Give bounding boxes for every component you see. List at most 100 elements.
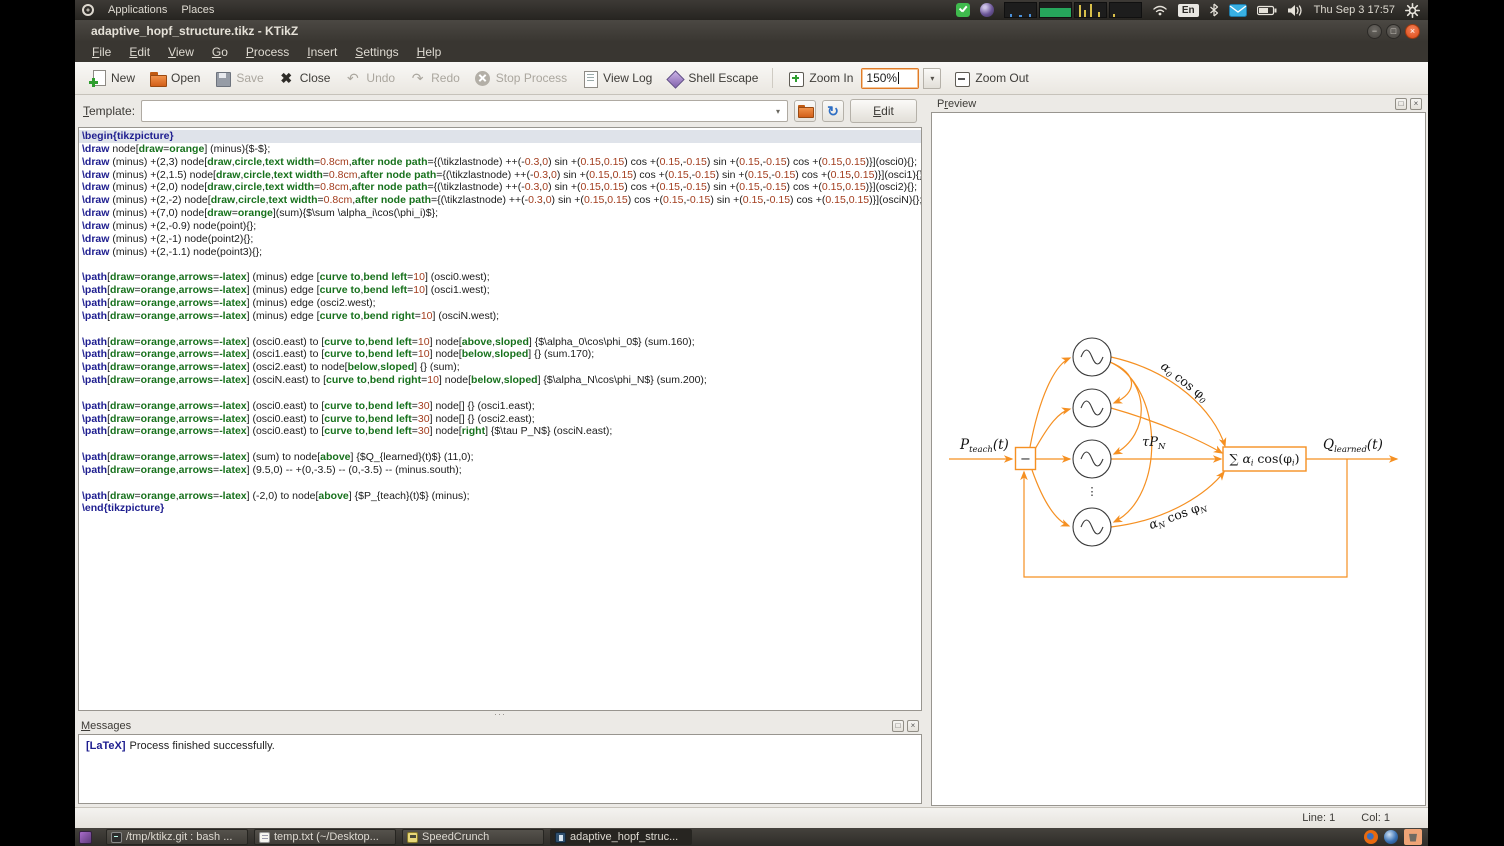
zoom-in-button[interactable]: Zoom In (781, 67, 859, 90)
close-file-button[interactable]: ✖Close (272, 67, 337, 90)
messages-log[interactable]: [LaTeX]Process finished successfully. (78, 734, 922, 804)
code-line[interactable]: \path[draw=orange,arrows=-latex] (osci0.… (79, 413, 921, 426)
code-line[interactable]: \path[draw=orange,arrows=-latex] (osciN.… (79, 374, 921, 387)
code-line[interactable] (79, 477, 921, 490)
places-menu[interactable]: Places (181, 4, 214, 16)
code-line[interactable] (79, 438, 921, 451)
tau-pn-label: τPN (1142, 435, 1166, 452)
zoom-dropdown-button[interactable]: ▾ (923, 68, 941, 89)
save-button[interactable]: Save (208, 67, 269, 90)
code-line[interactable]: \path[draw=orange,arrows=-latex] (osci2.… (79, 361, 921, 374)
wifi-icon[interactable] (1152, 3, 1168, 17)
code-line[interactable]: \draw (minus) +(2,-1.1) node(point3){}; (79, 246, 921, 259)
code-line[interactable]: \draw (minus) +(2,1.5) node[draw,circle,… (79, 169, 921, 182)
update-ok-icon[interactable] (956, 3, 970, 17)
code-line[interactable]: \draw (minus) +(2,-2) node[draw,circle,t… (79, 194, 921, 207)
code-line[interactable]: \path[draw=orange,arrows=-latex] (sum) t… (79, 451, 921, 464)
undo-button[interactable]: ↶Undo (338, 67, 401, 90)
code-line[interactable]: \draw (minus) +(2,0) node[draw,circle,te… (79, 181, 921, 194)
code-line[interactable]: \draw (minus) +(2,-0.9) node(point){}; (79, 220, 921, 233)
menu-view[interactable]: View (159, 44, 203, 60)
taskbar-item-terminal[interactable]: /tmp/ktikz.git : bash ... (106, 829, 248, 845)
code-line[interactable]: \path[draw=orange,arrows=-latex] (minus)… (79, 310, 921, 323)
tikz-preview-diagram: − ⋮ ∑ αi cos(φi) Pteach(t) (939, 329, 1409, 587)
code-line[interactable]: \path[draw=orange,arrows=-latex] (osci0.… (79, 336, 921, 349)
open-button[interactable]: Open (143, 67, 206, 90)
diagram-labels: Pteach(t) Qlearned(t) τPN α0 cos φ0 αN c… (959, 358, 1383, 533)
code-line[interactable]: \draw node[draw=orange] (minus){$-$}; (79, 143, 921, 156)
globe-icon[interactable] (1384, 830, 1398, 844)
zoom-out-icon (953, 70, 970, 87)
template-browse-button[interactable] (794, 100, 816, 122)
save-disk-icon (214, 70, 231, 87)
shell-escape-button[interactable]: Shell Escape (660, 67, 764, 90)
system-monitor-applet[interactable] (1004, 2, 1142, 18)
close-window-button[interactable]: × (1405, 24, 1420, 39)
close-panel-icon[interactable]: × (907, 720, 919, 732)
template-reload-button[interactable]: ↻ (822, 100, 844, 122)
code-line[interactable] (79, 258, 921, 271)
code-line[interactable]: \path[draw=orange,arrows=-latex] (minus)… (79, 284, 921, 297)
close-panel-icon[interactable]: × (1410, 98, 1422, 110)
code-line[interactable]: \path[draw=orange,arrows=-latex] (minus)… (79, 271, 921, 284)
code-line[interactable]: \path[draw=orange,arrows=-latex] (9.5,0)… (79, 464, 921, 477)
toolbar: New Open Save ✖Close ↶Undo ↷Redo Stop Pr… (75, 62, 1428, 95)
code-line[interactable]: \begin{tikzpicture} (79, 130, 921, 143)
menu-insert[interactable]: Insert (298, 44, 346, 60)
io-graph-cell (1074, 2, 1107, 18)
clock[interactable]: Thu Sep 3 17:57 (1314, 4, 1395, 16)
menu-go[interactable]: Go (203, 44, 237, 60)
keyboard-layout-indicator[interactable]: En (1178, 4, 1199, 17)
code-line[interactable]: \path[draw=orange,arrows=-latex] (osci0.… (79, 400, 921, 413)
float-panel-icon[interactable]: □ (892, 720, 904, 732)
user-sphere-icon[interactable] (980, 3, 994, 17)
window-list-icon[interactable] (79, 831, 92, 844)
vertical-dots: ⋮ (1087, 486, 1098, 498)
zoom-out-button[interactable]: Zoom Out (947, 67, 1034, 90)
template-combobox[interactable]: ▾ (141, 100, 788, 122)
menu-process[interactable]: Process (237, 44, 298, 60)
code-line[interactable] (79, 387, 921, 400)
menu-file[interactable]: File (83, 44, 120, 60)
code-line[interactable]: \draw (minus) +(2,-1) node(point2){}; (79, 233, 921, 246)
stop-icon (474, 70, 491, 87)
desktop-taskbar: /tmp/ktikz.git : bash ... temp.txt (~/De… (75, 828, 1428, 846)
taskbar-item-speedcrunch[interactable]: SpeedCrunch (402, 829, 544, 845)
taskbar-item-texteditor[interactable]: temp.txt (~/Desktop... (254, 829, 396, 845)
trash-applet-button[interactable] (1404, 829, 1422, 845)
code-line[interactable]: \path[draw=orange,arrows=-latex] (osci1.… (79, 348, 921, 361)
taskbar-item-ktikz[interactable]: adaptive_hopf_struc... (550, 829, 692, 845)
folder-icon (797, 103, 813, 119)
battery-icon[interactable] (1257, 5, 1277, 16)
splitter-handle-dots: ··· (494, 712, 506, 716)
code-line[interactable]: \draw (minus) +(2,3) node[draw,circle,te… (79, 156, 921, 169)
redo-button[interactable]: ↷Redo (403, 67, 466, 90)
window-titlebar[interactable]: adaptive_hopf_structure.tikz - KTikZ − □… (75, 20, 1428, 42)
float-panel-icon[interactable]: □ (1395, 98, 1407, 110)
maximize-button[interactable]: □ (1386, 24, 1401, 39)
zoom-level-input[interactable]: 150% (861, 68, 919, 89)
code-line[interactable]: \path[draw=orange,arrows=-latex] (minus)… (79, 297, 921, 310)
mail-icon[interactable] (1229, 4, 1247, 17)
bluetooth-icon[interactable] (1209, 3, 1219, 17)
applications-menu[interactable]: Applications (108, 4, 167, 16)
code-line[interactable] (79, 323, 921, 336)
minimize-button[interactable]: − (1367, 24, 1382, 39)
code-line[interactable]: \path[draw=orange,arrows=-latex] (-2,0) … (79, 490, 921, 503)
firefox-icon[interactable] (1364, 830, 1378, 844)
view-log-button[interactable]: View Log (575, 67, 658, 90)
menu-settings[interactable]: Settings (346, 44, 407, 60)
menu-help[interactable]: Help (408, 44, 451, 60)
menu-edit[interactable]: Edit (120, 44, 159, 60)
alphaN-label: αN cos φN (1147, 497, 1210, 533)
volume-icon[interactable] (1287, 4, 1304, 17)
template-edit-button[interactable]: Edit (850, 99, 917, 123)
messages-panel-header: Messages □ × (75, 717, 925, 734)
code-line[interactable]: \end{tikzpicture} (79, 502, 921, 515)
new-button[interactable]: New (83, 67, 141, 90)
code-line[interactable]: \draw (minus) +(7,0) node[draw=orange](s… (79, 207, 921, 220)
code-line[interactable]: \path[draw=orange,arrows=-latex] (osci0.… (79, 425, 921, 438)
code-editor[interactable]: \begin{tikzpicture}\draw node[draw=orang… (78, 127, 922, 711)
stop-process-button[interactable]: Stop Process (468, 67, 573, 90)
session-gear-icon[interactable] (1405, 3, 1420, 18)
